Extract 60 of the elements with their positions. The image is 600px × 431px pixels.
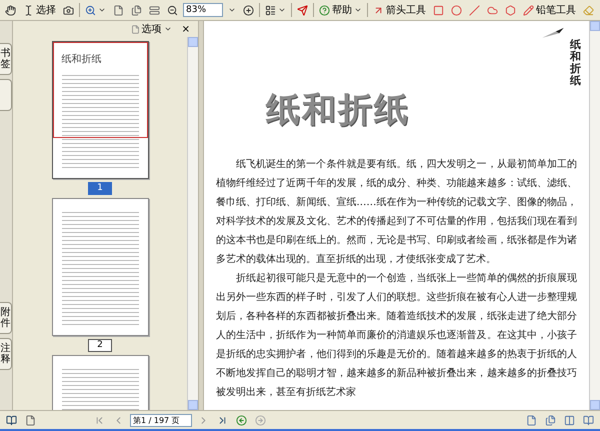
polygon-icon[interactable] <box>505 4 516 16</box>
help-icon[interactable] <box>319 4 330 16</box>
zoom-field[interactable]: 83% <box>183 3 223 17</box>
arrow-tool-button[interactable]: 箭头工具 <box>371 2 428 18</box>
line-icon[interactable] <box>469 4 480 16</box>
fit-width-icon[interactable] <box>149 4 160 16</box>
book-icon[interactable] <box>6 414 17 426</box>
page-icon[interactable] <box>25 414 36 426</box>
scrollbar[interactable] <box>187 37 198 410</box>
back-icon[interactable] <box>236 414 247 426</box>
select-tool-button[interactable]: 选择 <box>21 2 58 18</box>
pencil-icon[interactable] <box>523 4 534 16</box>
side-tab[interactable] <box>0 79 12 111</box>
page-icon[interactable] <box>113 4 124 16</box>
pages-icon[interactable] <box>545 414 556 426</box>
thumbnail-title: 纸和折纸 <box>62 52 102 66</box>
side-tab[interactable]: 书签 <box>0 43 12 75</box>
page-number-label[interactable]: 1 <box>88 182 112 195</box>
camera-icon[interactable] <box>63 4 74 16</box>
side-tab[interactable]: 注释 <box>0 338 12 370</box>
zoom-in-icon[interactable] <box>85 4 96 16</box>
columns-icon[interactable] <box>564 414 575 426</box>
caret-icon[interactable] <box>164 25 172 33</box>
page-thumbnail[interactable]: 纸和折纸 <box>52 41 148 179</box>
eraser-icon[interactable] <box>583 4 594 16</box>
options-button[interactable]: 选项 <box>128 20 174 38</box>
text-cursor-icon[interactable] <box>23 4 34 16</box>
caret-icon[interactable] <box>278 6 286 14</box>
page-icon[interactable] <box>526 414 537 426</box>
zoom-in-icon[interactable] <box>243 4 254 16</box>
side-tab[interactable]: 附件 <box>0 302 12 334</box>
rectangle-icon[interactable] <box>433 4 444 16</box>
close-button[interactable]: × <box>180 20 192 38</box>
page-number-label[interactable]: 2 <box>88 339 112 352</box>
page-layout-icon[interactable] <box>265 4 276 16</box>
caret-icon[interactable] <box>98 6 106 14</box>
book-icon[interactable] <box>583 414 594 426</box>
side-title: 纸和折纸 <box>570 38 581 87</box>
logo-icon[interactable] <box>297 4 308 16</box>
hand-icon[interactable] <box>5 4 16 16</box>
body-paragraph: 纸飞机诞生的第一个条件就是要有纸。纸，四大发明之一，从最初简单加工的植物纤维经过了近两千年的发展，纸的成分、种类、功能越来越多：试纸、滤纸、餐巾纸、打印纸、新闻纸、宣纸……纸在作为一种传统的记载文字、图像的物品，对科学技术的发展及文化、艺术的传播起到了不可估量的作用，包括我们现在看到的这本书也是印刷在纸上的。然而，无论是书写、印刷或者绘画，纸张都是作为诸多艺术的载体出现的。直至折纸的出现，才使纸张变成了艺术。 <box>216 158 577 267</box>
page-number-field[interactable]: 第1 / 197 页 <box>130 414 192 426</box>
caret-icon[interactable] <box>354 6 362 14</box>
pages-icon[interactable] <box>131 4 142 16</box>
viewport-frame[interactable] <box>52 42 148 138</box>
last-page-icon[interactable] <box>217 414 228 426</box>
first-page-icon[interactable] <box>94 414 105 426</box>
body-paragraph: 折纸起初很可能只是无意中的一个创造，当纸张上一些简单的偶然的折痕展现出另外一些东西的样子时，引发了人们的联想。这些折痕在被有心人进一步整理规划后，各种各样的东西都被折叠出来。随着造纸技术的发展，纸张走进了绝大部分人的生活中，折纸作为一种简单而廉价的消遣娱乐也逐渐普及。在这其中，小孩子是折纸的忠实拥护者，他们得到的乐趣是无价的。随着越来越多的热衷于折纸的人不断地发挥自己的聪明才智，越来越多的新品种被折叠出来，越来越多的折叠技巧被发明出来，甚至有折纸艺术家 <box>216 272 577 400</box>
scrollbar[interactable] <box>589 21 600 410</box>
cloud-icon[interactable] <box>487 4 498 16</box>
arrow-icon[interactable] <box>373 4 384 16</box>
pencil-tool-button[interactable]: 铅笔工具 <box>521 2 578 18</box>
zoom-out-icon[interactable] <box>167 4 178 16</box>
ellipse-icon[interactable] <box>451 4 462 16</box>
caret-icon[interactable] <box>228 6 236 14</box>
options-icon[interactable] <box>130 24 140 34</box>
forward-icon[interactable] <box>255 414 266 426</box>
help-button[interactable]: 帮助 <box>317 2 364 18</box>
page-thumbnail[interactable] <box>52 198 148 336</box>
chapter-title: 纸和折纸 <box>266 89 411 132</box>
